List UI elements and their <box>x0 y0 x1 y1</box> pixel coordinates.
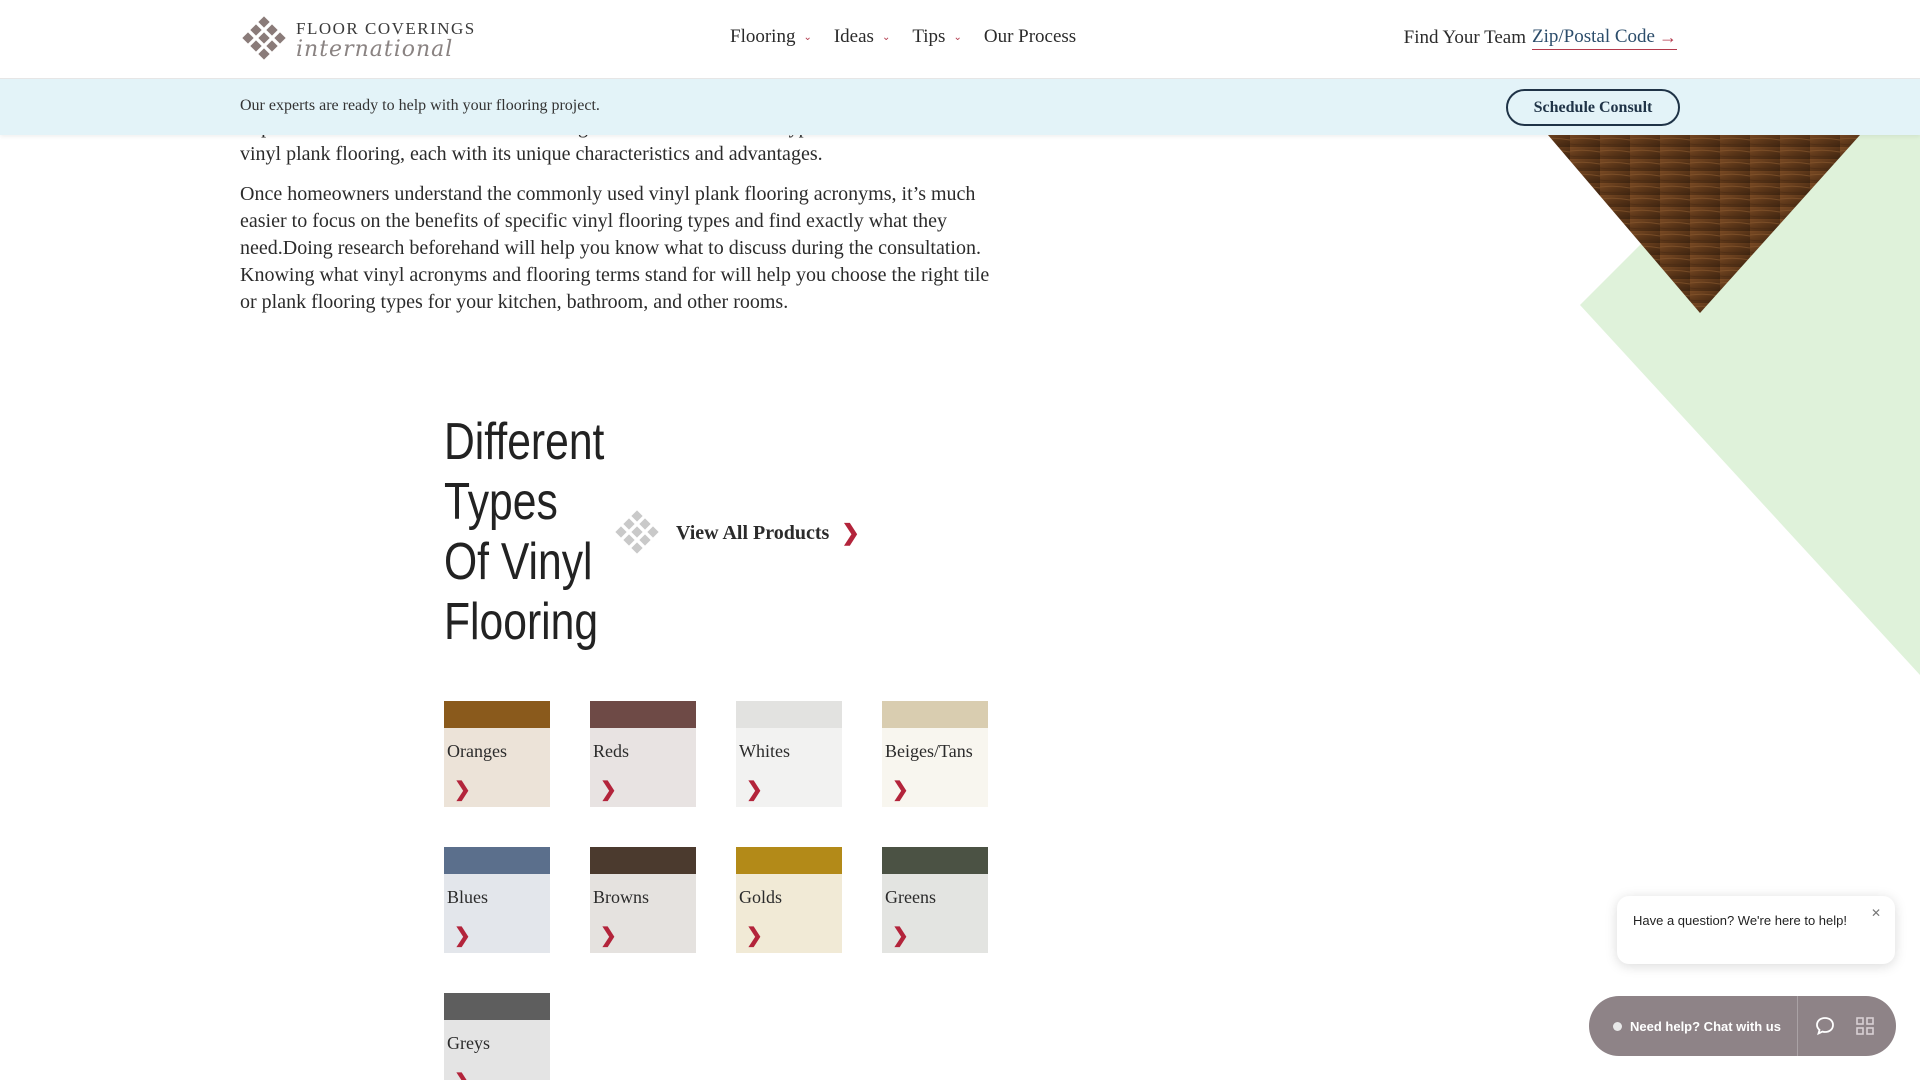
view-all-products-link[interactable]: View All Products ❯ <box>614 510 860 556</box>
zip-code-label: Zip/Postal Code <box>1532 26 1655 47</box>
color-tiles-grid: Oranges ❯ Reds ❯ Whites ❯ Beiges/Tans ❯ Blues ❯ Br… <box>444 701 988 1080</box>
chevron-right-icon: ❯ <box>892 923 909 947</box>
tile-swatch <box>736 847 842 874</box>
chevron-right-icon: ❯ <box>746 777 763 801</box>
tile-label: Reds <box>593 741 629 761</box>
site-header: FLOOR COVERINGS international Flooring ⌄… <box>0 0 1920 79</box>
color-tile-whites[interactable]: Whites ❯ <box>736 701 842 807</box>
title-line: Different <box>444 413 605 471</box>
tile-swatch <box>736 701 842 728</box>
nav-ideas[interactable]: Ideas ⌄ <box>834 26 890 48</box>
chevron-right-icon: ❯ <box>746 923 763 947</box>
nav-label: Ideas <box>833 26 874 47</box>
nav-label: Our Process <box>983 26 1077 47</box>
find-team-label: Find Your Team <box>1403 27 1527 48</box>
color-tile-golds[interactable]: Golds ❯ <box>736 847 842 953</box>
title-line: Of Vinyl <box>444 533 593 591</box>
chevron-right-icon: ❯ <box>600 777 617 801</box>
nav-flooring[interactable]: Flooring ⌄ <box>730 26 812 48</box>
tile-swatch <box>590 847 696 874</box>
tile-label: Browns <box>593 887 650 907</box>
chat-launcher: Need help? Chat with us <box>1589 996 1896 1056</box>
tile-label: Blues <box>447 887 489 907</box>
logo[interactable]: FLOOR COVERINGS international <box>240 14 476 66</box>
divider <box>1797 996 1798 1056</box>
main-nav: Flooring ⌄ Ideas ⌄ Tips ⌄ Our Process <box>730 26 1098 48</box>
view-all-label: View All Products <box>676 521 830 544</box>
chat-launcher-label[interactable]: Need help? Chat with us <box>1630 1019 1781 1034</box>
tile-label: Golds <box>739 887 783 907</box>
find-your-team: Find Your Team Zip/Postal Code → <box>1404 26 1677 50</box>
logo-subtitle: international <box>296 36 454 62</box>
color-tile-blues[interactable]: Blues ❯ <box>444 847 550 953</box>
tile-swatch <box>444 701 550 728</box>
chevron-right-icon: ❯ <box>600 923 617 947</box>
chevron-right-icon: ❯ <box>454 777 471 801</box>
close-icon[interactable]: ✕ <box>1871 906 1881 920</box>
article-paragraph-2: Once homeowners understand the commonly … <box>240 183 990 313</box>
nav-label: Tips <box>912 26 946 47</box>
banner-text: Our experts are ready to help with your … <box>240 97 600 114</box>
chat-prompt-bubble[interactable]: Have a question? We're here to help! ✕ <box>1617 896 1895 964</box>
color-tile-greens[interactable]: Greens ❯ <box>882 847 988 953</box>
color-tile-oranges[interactable]: Oranges ❯ <box>444 701 550 807</box>
tile-swatch <box>590 701 696 728</box>
title-line: Types <box>444 473 558 531</box>
tile-swatch <box>444 993 550 1020</box>
decorative-wood-triangle <box>1548 135 1920 675</box>
zip-code-link[interactable]: Zip/Postal Code → <box>1532 26 1677 50</box>
nav-label: Flooring <box>730 26 796 47</box>
chevron-right-icon: ❯ <box>841 520 860 546</box>
chevron-down-icon: ⌄ <box>881 31 891 43</box>
diamond-pattern-icon <box>615 510 659 554</box>
tile-label: Whites <box>739 741 790 761</box>
tile-label: Beiges/Tans <box>885 741 973 761</box>
chevron-right-icon: ❯ <box>454 923 471 947</box>
section-title: Different Types Of Vinyl Flooring <box>444 412 608 652</box>
status-dot-icon <box>1613 1021 1622 1031</box>
chat-prompt-text: Have a question? We're here to help! <box>1633 913 1847 928</box>
tile-swatch <box>444 847 550 874</box>
color-tile-browns[interactable]: Browns ❯ <box>590 847 696 953</box>
chat-icon[interactable] <box>1813 1014 1837 1038</box>
chevron-right-icon: ❯ <box>454 1069 471 1080</box>
color-tile-reds[interactable]: Reds ❯ <box>590 701 696 807</box>
chevron-right-icon: ❯ <box>892 777 909 801</box>
tile-label: Greys <box>447 1033 490 1053</box>
color-tile-beiges-tans[interactable]: Beiges/Tans ❯ <box>882 701 988 807</box>
color-tile-greys[interactable]: Greys ❯ <box>444 993 550 1080</box>
logo-title: FLOOR COVERINGS <box>296 18 476 38</box>
apps-grid-icon[interactable] <box>1853 1014 1877 1038</box>
article-line: vinyl plank flooring, each with its uniq… <box>240 143 823 165</box>
arrow-right-icon: → <box>1659 26 1677 47</box>
consult-banner: Our experts are ready to help with your … <box>0 79 1920 135</box>
tile-label: Oranges <box>447 741 507 761</box>
chevron-down-icon: ⌄ <box>803 31 812 43</box>
nav-tips[interactable]: Tips ⌄ <box>912 26 962 48</box>
title-line: Flooring <box>444 593 599 651</box>
tile-swatch <box>882 847 988 874</box>
article-body: improvement's result from inevitable cha… <box>240 114 990 329</box>
tile-swatch <box>882 701 988 728</box>
nav-our-process[interactable]: Our Process <box>984 26 1076 48</box>
chevron-down-icon: ⌄ <box>953 31 962 43</box>
schedule-consult-button[interactable]: Schedule Consult <box>1506 89 1680 126</box>
tile-label: Greens <box>885 887 936 907</box>
diamond-logo-icon <box>242 16 286 60</box>
